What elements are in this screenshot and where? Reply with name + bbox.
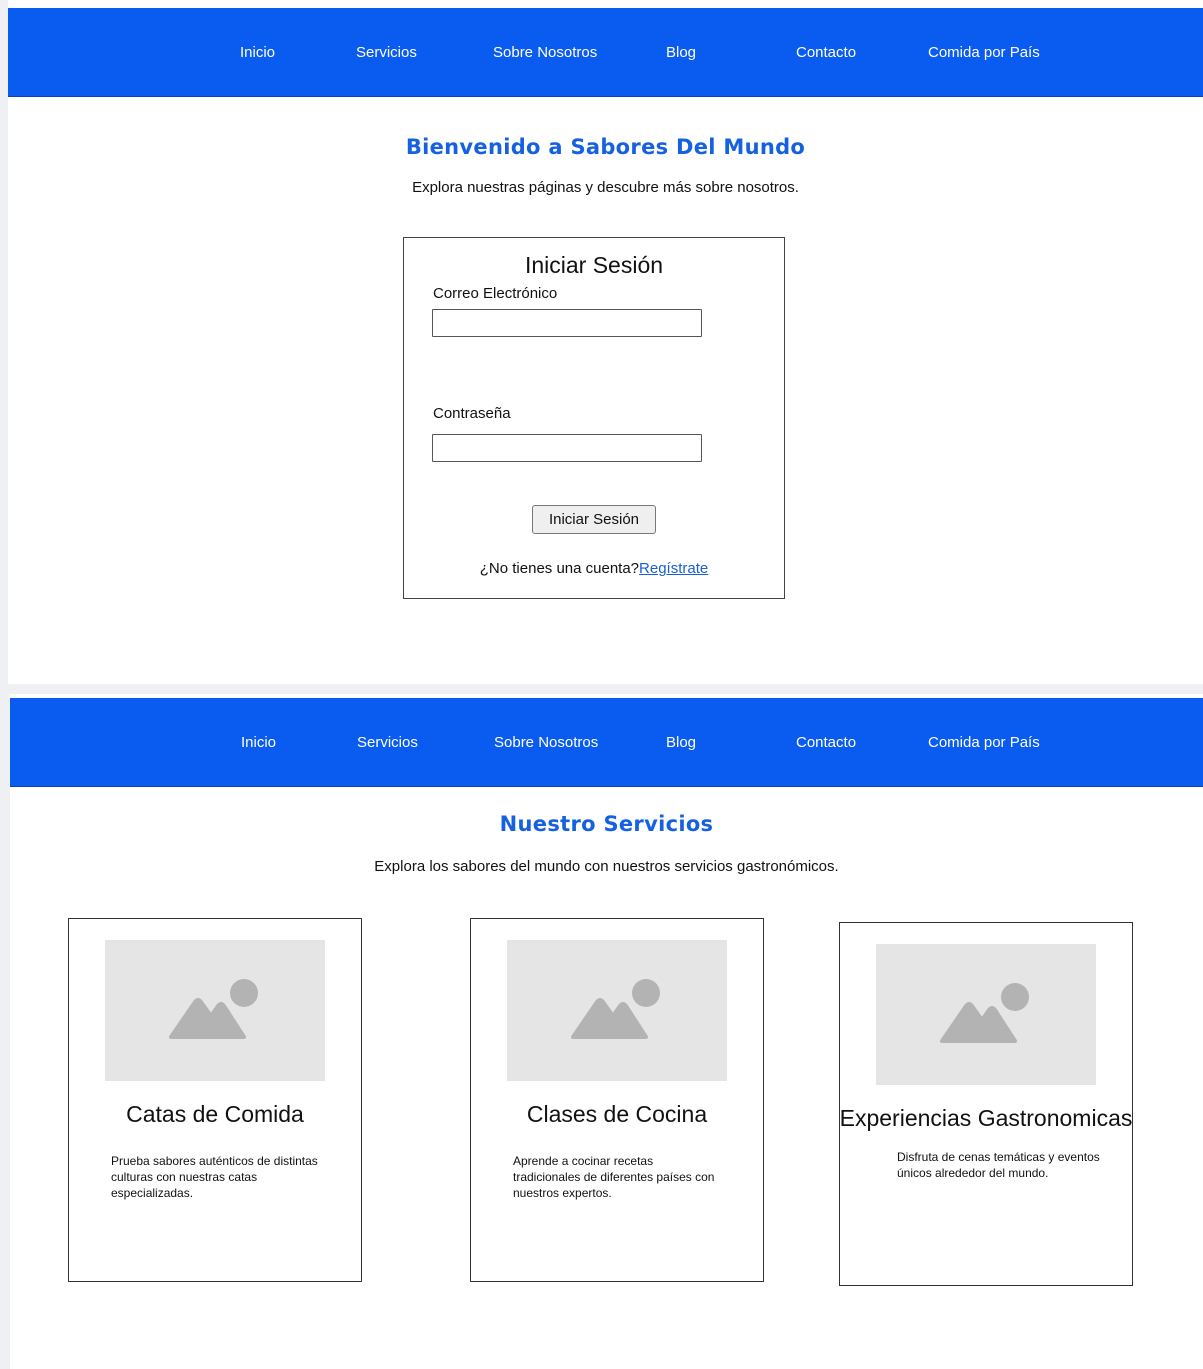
card-description: Aprende a cocinar recetas tradicionales …	[513, 1154, 715, 1200]
service-card: Catas de Comida Prueba sabores auténtico…	[68, 918, 362, 1282]
image-placeholder-icon	[169, 979, 258, 1039]
nav-link-sobre-nosotros[interactable]: Sobre Nosotros	[493, 44, 597, 61]
nav-link-blog[interactable]: Blog	[666, 44, 696, 61]
home-page: Inicio Servicios Sobre Nosotros Blog Con…	[0, 0, 1203, 684]
nav-link-servicios[interactable]: Servicios	[356, 44, 417, 61]
card-description: Prueba sabores auténticos de distintas c…	[111, 1154, 318, 1200]
card-image	[876, 944, 1096, 1085]
service-card: Experiencias Gastronomicas Disfruta de c…	[839, 922, 1133, 1286]
password-label: Contraseña	[433, 405, 511, 422]
page-subtitle: Explora nuestras páginas y descubre más …	[412, 179, 799, 196]
top-navbar: Inicio Servicios Sobre Nosotros Blog Con…	[10, 698, 1203, 787]
nav-link-servicios[interactable]: Servicios	[357, 734, 418, 751]
email-label: Correo Electrónico	[433, 285, 558, 302]
password-field[interactable]	[432, 434, 702, 462]
register-row: ¿No tienes una cuenta?Regístrate	[404, 560, 784, 577]
nav-link-contacto[interactable]: Contacto	[796, 734, 856, 751]
email-field[interactable]	[432, 309, 702, 337]
nav-link-contacto[interactable]: Contacto	[796, 44, 856, 61]
card-title: Catas de Comida	[126, 1101, 304, 1127]
card-image	[105, 940, 325, 1081]
login-button[interactable]: Iniciar Sesión	[532, 505, 656, 534]
page-title: Bienvenido a Sabores Del Mundo	[405, 135, 806, 159]
register-link[interactable]: Regístrate	[639, 560, 708, 577]
nav-link-inicio[interactable]: Inicio	[240, 44, 275, 61]
nav-link-comida-por-pais[interactable]: Comida por País	[928, 734, 1040, 751]
nav-link-comida-por-pais[interactable]: Comida por País	[928, 44, 1040, 61]
card-image	[507, 940, 727, 1081]
card-title: Experiencias Gastronomicas	[839, 1105, 1133, 1131]
top-navbar: Inicio Servicios Sobre Nosotros Blog Con…	[8, 8, 1203, 97]
nav-link-sobre-nosotros[interactable]: Sobre Nosotros	[494, 734, 598, 751]
page-subtitle: Explora los sabores del mundo con nuestr…	[374, 858, 839, 875]
service-card: Clases de Cocina Aprende a cocinar recet…	[470, 918, 764, 1282]
services-page: Inicio Servicios Sobre Nosotros Blog Con…	[0, 684, 1203, 1369]
image-placeholder-icon	[940, 983, 1029, 1043]
nav-link-inicio[interactable]: Inicio	[241, 734, 276, 751]
login-heading: Iniciar Sesión	[524, 252, 664, 278]
card-title: Clases de Cocina	[526, 1101, 708, 1127]
nav-link-blog[interactable]: Blog	[666, 734, 696, 751]
login-form: Iniciar Sesión Correo Electrónico Contra…	[403, 237, 785, 599]
card-description: Disfruta de cenas temáticas y eventos ún…	[897, 1150, 1100, 1180]
page-title: Nuestro Servicios	[499, 812, 714, 836]
image-placeholder-icon	[571, 979, 660, 1039]
register-prompt: ¿No tienes una cuenta?	[479, 560, 640, 577]
